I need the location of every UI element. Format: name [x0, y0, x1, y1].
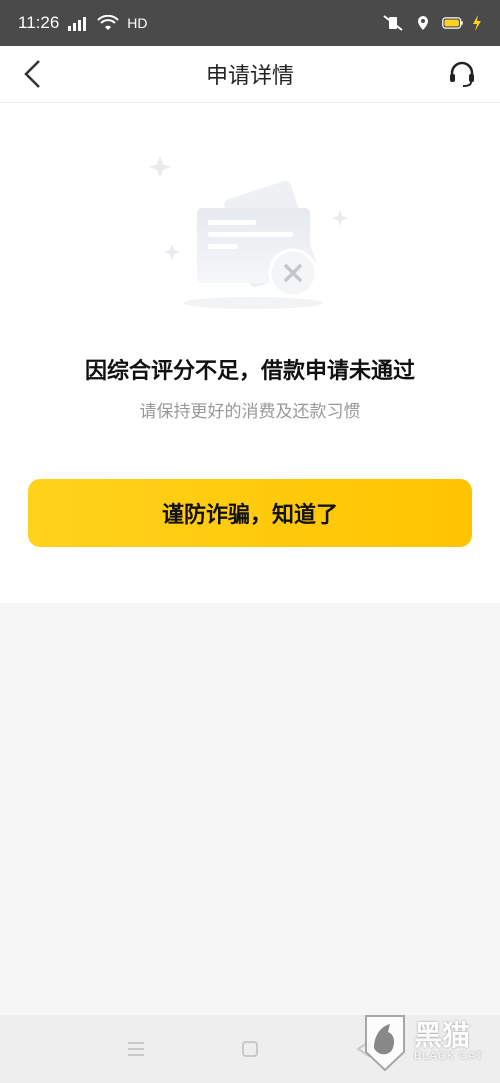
customer-support-button[interactable] [442, 54, 482, 94]
menu-button[interactable] [124, 1037, 148, 1061]
page-title: 申请详情 [205, 64, 294, 89]
acknowledge-button[interactable]: 谨防诈骗，知道了 [28, 479, 472, 547]
status-bar-left: 11:26 HD [18, 13, 148, 33]
charging-icon [472, 15, 482, 31]
chevron-left-icon [24, 60, 40, 88]
vibrate-mute-icon [382, 15, 404, 31]
signal-icon [67, 15, 89, 31]
hd-indicator: HD [127, 15, 148, 31]
status-bar-right [382, 15, 482, 31]
result-panel: 因综合评分不足，借款申请未通过 请保持更好的消费及还款习惯 谨防诈骗，知道了 [0, 103, 500, 603]
home-button[interactable] [238, 1037, 262, 1061]
watermark-cn: 黑猫 [414, 1019, 471, 1052]
home-square-icon [242, 1041, 258, 1057]
location-icon [412, 15, 434, 31]
battery-icon [442, 15, 464, 31]
back-button[interactable] [12, 54, 52, 94]
advice-message: 请保持更好的消费及还款习惯 [139, 402, 361, 422]
rejection-message: 因综合评分不足，借款申请未通过 [84, 359, 415, 384]
status-bar: 11:26 HD [0, 0, 500, 46]
top-bar: 申请详情 [0, 46, 500, 103]
rejected-card-icon [140, 148, 360, 318]
cat-logo-icon [365, 1015, 405, 1072]
menu-icon [128, 1042, 144, 1056]
watermark-en: BLACK CAT [414, 1050, 484, 1062]
status-time: 11:26 [18, 13, 60, 32]
watermark-text: 黑猫 BLACK CAT [414, 1019, 484, 1063]
headset-icon [450, 61, 474, 87]
wifi-icon [97, 14, 119, 31]
black-cat-watermark: 黑猫 BLACK CAT [362, 1007, 492, 1077]
